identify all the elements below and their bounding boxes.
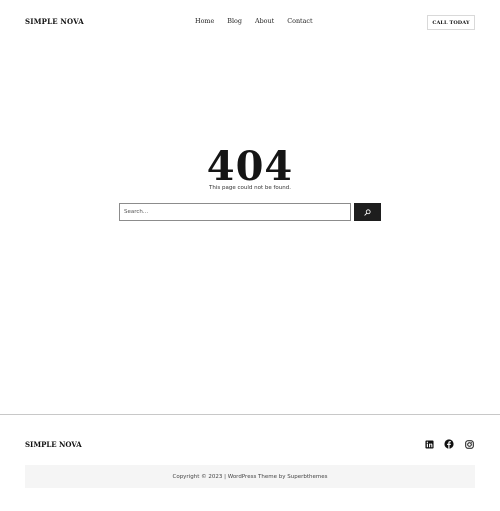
search-icon <box>364 208 371 216</box>
footer-divider <box>0 414 500 415</box>
linkedin-link[interactable] <box>424 439 434 449</box>
copyright-bar: Copyright © 2023 | WordPress Theme by Su… <box>25 465 475 488</box>
facebook-link[interactable] <box>444 439 454 449</box>
linkedin-icon <box>424 439 434 449</box>
site-title[interactable]: SIMPLE NOVA <box>25 17 84 26</box>
search-form <box>119 203 381 221</box>
call-today-button[interactable]: CALL TODAY <box>427 15 475 30</box>
nav-item-contact[interactable]: Contact <box>287 17 312 25</box>
instagram-icon <box>464 439 474 449</box>
error-code: 404 <box>206 143 294 190</box>
search-button[interactable] <box>354 203 381 221</box>
search-input[interactable] <box>119 203 351 221</box>
main-nav: Home Blog About Contact <box>195 17 313 25</box>
nav-item-blog[interactable]: Blog <box>227 17 242 25</box>
nav-item-home[interactable]: Home <box>195 17 214 25</box>
copyright-text: Copyright © 2023 | WordPress Theme by Su… <box>172 473 328 480</box>
site-header: SIMPLE NOVA Home Blog About Contact CALL… <box>0 0 500 44</box>
instagram-link[interactable] <box>464 439 474 449</box>
error-message: This page could not be found. <box>208 185 291 191</box>
footer-site-title[interactable]: SIMPLE NOVA <box>25 440 82 449</box>
facebook-icon <box>444 439 454 449</box>
nav-item-about[interactable]: About <box>255 17 274 25</box>
